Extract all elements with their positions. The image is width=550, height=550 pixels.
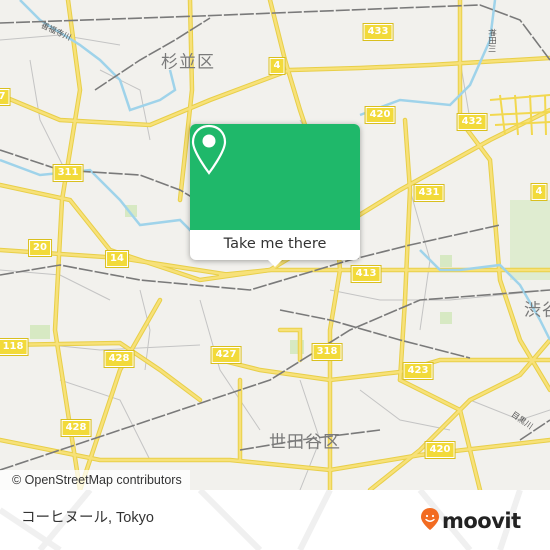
- ward-label-suginami: 杉並区: [161, 52, 215, 73]
- park: [440, 312, 452, 324]
- route-shield: 118: [0, 338, 29, 356]
- route-shield: 311: [52, 164, 84, 182]
- route-shield: 432: [456, 113, 488, 131]
- route-shield: 4: [268, 57, 286, 75]
- route-shield: 14: [105, 250, 129, 268]
- route-shield: 427: [210, 346, 242, 364]
- ward-label-setagaya: 世田谷区: [269, 432, 341, 453]
- route-shield: 423: [402, 362, 434, 380]
- river-label: 神田川: [487, 28, 497, 53]
- map-canvas[interactable]: 杉並区 世田谷区 渋谷 善福寺川 神田川 目黒川 433 4 420 432 3…: [0, 0, 550, 490]
- moovit-logo[interactable]: moovit: [420, 507, 521, 535]
- route-shield: 413: [350, 265, 382, 283]
- popup-header: [190, 124, 360, 230]
- popup-pointer: [266, 258, 284, 267]
- moovit-pin-icon: [420, 507, 440, 535]
- route-shield: 428: [103, 350, 135, 368]
- map-attribution[interactable]: © OpenStreetMap contributors: [0, 470, 190, 490]
- park: [440, 255, 452, 267]
- route-shield: 318: [311, 343, 343, 361]
- footer-bar: コーヒヌール, Tokyo moovit: [0, 490, 550, 550]
- route-shield: 420: [424, 441, 456, 459]
- ward-label-shibuya: 渋谷: [524, 300, 550, 321]
- route-shield: 431: [413, 184, 445, 202]
- route-shield: 4: [530, 183, 548, 201]
- take-me-there-button[interactable]: Take me there: [190, 230, 360, 260]
- route-shield: 420: [364, 106, 396, 124]
- route-shield: 428: [60, 419, 92, 437]
- route-shield: 7: [0, 88, 11, 106]
- location-popup: Take me there: [190, 124, 360, 267]
- route-shield: 433: [362, 23, 394, 41]
- moovit-wordmark: moovit: [442, 509, 521, 533]
- place-title: コーヒヌール, Tokyo: [21, 510, 154, 526]
- route-shield: 20: [28, 239, 52, 257]
- park: [30, 325, 50, 339]
